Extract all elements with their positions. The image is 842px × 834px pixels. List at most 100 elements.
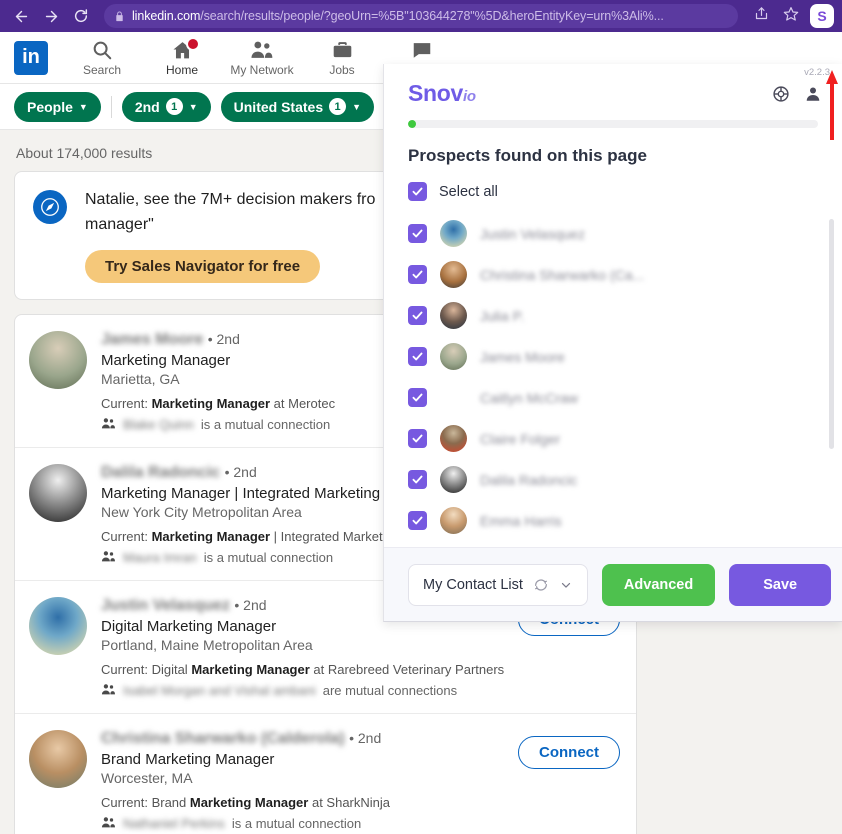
list-item[interactable]: Emma Harris [408,500,842,541]
prospect-checkbox[interactable] [408,511,427,530]
snovio-logo-suffix: io [463,88,476,105]
refresh-icon[interactable] [533,577,549,593]
avatar[interactable] [29,330,87,389]
current-bold: Marketing Manager [189,794,309,810]
lifebuoy-icon[interactable] [772,85,790,108]
forward-button[interactable] [38,3,64,29]
url-path: /search/results/people/?geoUrn=%5B"10364… [200,9,664,23]
save-button[interactable]: Save [729,563,832,606]
url-host: linkedin.com [132,9,201,23]
current-prefix: Current: [101,395,152,411]
chevron-down-icon: ▼ [188,101,198,112]
user-account-icon[interactable] [804,85,822,108]
prospect-name: Caitlyn McCraw [480,389,579,406]
contact-list-select[interactable]: My Contact List [408,563,588,606]
nav-item-my-network[interactable]: My Network [222,33,302,83]
avatar[interactable] [29,596,87,655]
reload-button[interactable] [68,3,94,29]
avatar [440,343,467,370]
nav-label-jobs: Jobs [329,63,355,77]
filter-pill-connections[interactable]: 2nd 1 ▼ [121,91,211,122]
reload-icon [73,8,89,24]
snovio-logo-main: Snov [408,80,464,106]
filter-label-connections: 2nd [134,98,160,115]
prospect-checkbox[interactable] [408,306,427,325]
chevron-down-icon: ▼ [352,101,362,112]
nav-item-search[interactable]: Search [62,33,142,83]
connect-button[interactable]: Connect [518,735,620,769]
avatar [440,507,467,534]
current-suffix: at Rarebreed Veterinary Partners [309,661,505,677]
current-bold: Marketing Manager [151,395,271,411]
filter-pill-people[interactable]: People ▼ [14,91,101,122]
prospect-list[interactable]: Justin Velasquez Christina Sharwarko (Ca… [384,213,842,547]
bookmark-button[interactable] [778,3,804,29]
nav-item-jobs[interactable]: Jobs [302,33,382,83]
list-item[interactable]: Justin Velasquez [408,213,842,254]
lock-icon [114,10,125,23]
prospect-checkbox[interactable] [408,470,427,489]
list-item[interactable]: Claire Folger [408,418,842,459]
search-icon [91,38,113,62]
url-text: linkedin.com/search/results/people/?geoU… [132,9,664,23]
nav-label-home: Home [165,63,198,77]
list-item[interactable]: Dalila Radoncic [408,459,842,500]
linkedin-logo[interactable]: in [14,40,48,75]
current-suffix: at Merotec [270,395,336,411]
filter-count-connections: 1 [165,98,183,115]
mutual-name: Isabel Morgan and Vishal ambani [123,683,316,699]
list-item[interactable]: Caitlyn McCraw [408,377,842,418]
prospect-checkbox[interactable] [408,224,427,243]
result-degree: • 2nd [349,729,382,746]
avatar [440,220,467,247]
list-item[interactable]: James Moore [408,336,842,377]
filter-label-locations: United States [233,98,324,115]
share-button[interactable] [748,3,774,29]
prospect-checkbox[interactable] [408,347,427,366]
back-arrow-icon [13,8,30,25]
avatar[interactable] [29,729,87,788]
snovio-extension-button[interactable]: S [810,4,834,28]
current-prefix: Current: Digital [101,661,192,677]
prospect-checkbox[interactable] [408,388,427,407]
nav-label-search: Search [82,63,122,77]
current-bold: Marketing Manager [191,661,310,677]
linkedin-page: in Search Home My Network Jobs People ▼ … [0,32,842,834]
back-button[interactable] [8,3,34,29]
snovio-header-actions [772,80,822,108]
mutual-connection-icon [101,550,116,566]
snovio-panel-header: Snovio v2.2.3 [384,64,842,108]
address-bar[interactable]: linkedin.com/search/results/people/?geoU… [104,4,738,28]
prospect-name: James Moore [480,348,565,365]
prospect-name: Emma Harris [480,512,562,529]
select-all-checkbox[interactable] [408,182,427,201]
avatar[interactable] [29,463,87,522]
mutual-connection-icon [101,683,116,699]
filter-count-locations: 1 [329,98,347,115]
current-prefix: Current: [101,528,152,544]
result-location: Portland, Maine Metropolitan Area [101,636,313,653]
star-icon [783,6,799,27]
promo-line-1: Natalie, see the 7M+ decision makers fro [85,191,376,208]
list-item[interactable]: Julia P. [408,295,842,336]
select-all-row[interactable]: Select all [408,182,818,201]
select-all-label: Select all [439,183,498,200]
prospect-list-scrollbar[interactable] [829,219,834,449]
list-item[interactable]: Christina Sharwarko (Ca... [408,254,842,295]
snovio-logo: Snovio [408,80,476,107]
nav-label-my-network: My Network [230,63,294,77]
mutual-suffix: is a mutual connection [200,417,331,433]
result-name: Christina Sharwarko (Calderola) [101,729,345,747]
prospect-checkbox[interactable] [408,265,427,284]
current-suffix: at SharkNinja [308,794,391,810]
table-row[interactable]: Christina Sharwarko (Calderola) • 2nd Br… [15,714,636,834]
chevron-down-icon[interactable] [559,578,573,592]
prospect-checkbox[interactable] [408,429,427,448]
filter-pill-locations[interactable]: United States 1 ▼ [220,91,375,122]
nav-item-home[interactable]: Home [142,33,222,83]
browser-toolbar: linkedin.com/search/results/people/?geoU… [0,0,842,32]
advanced-button[interactable]: Advanced [601,563,716,606]
result-mutual: Isabel Morgan and Vishal ambani are mutu… [101,683,622,699]
scan-progress-bar [408,120,818,128]
try-sales-navigator-button[interactable]: Try Sales Navigator for free [85,249,321,283]
